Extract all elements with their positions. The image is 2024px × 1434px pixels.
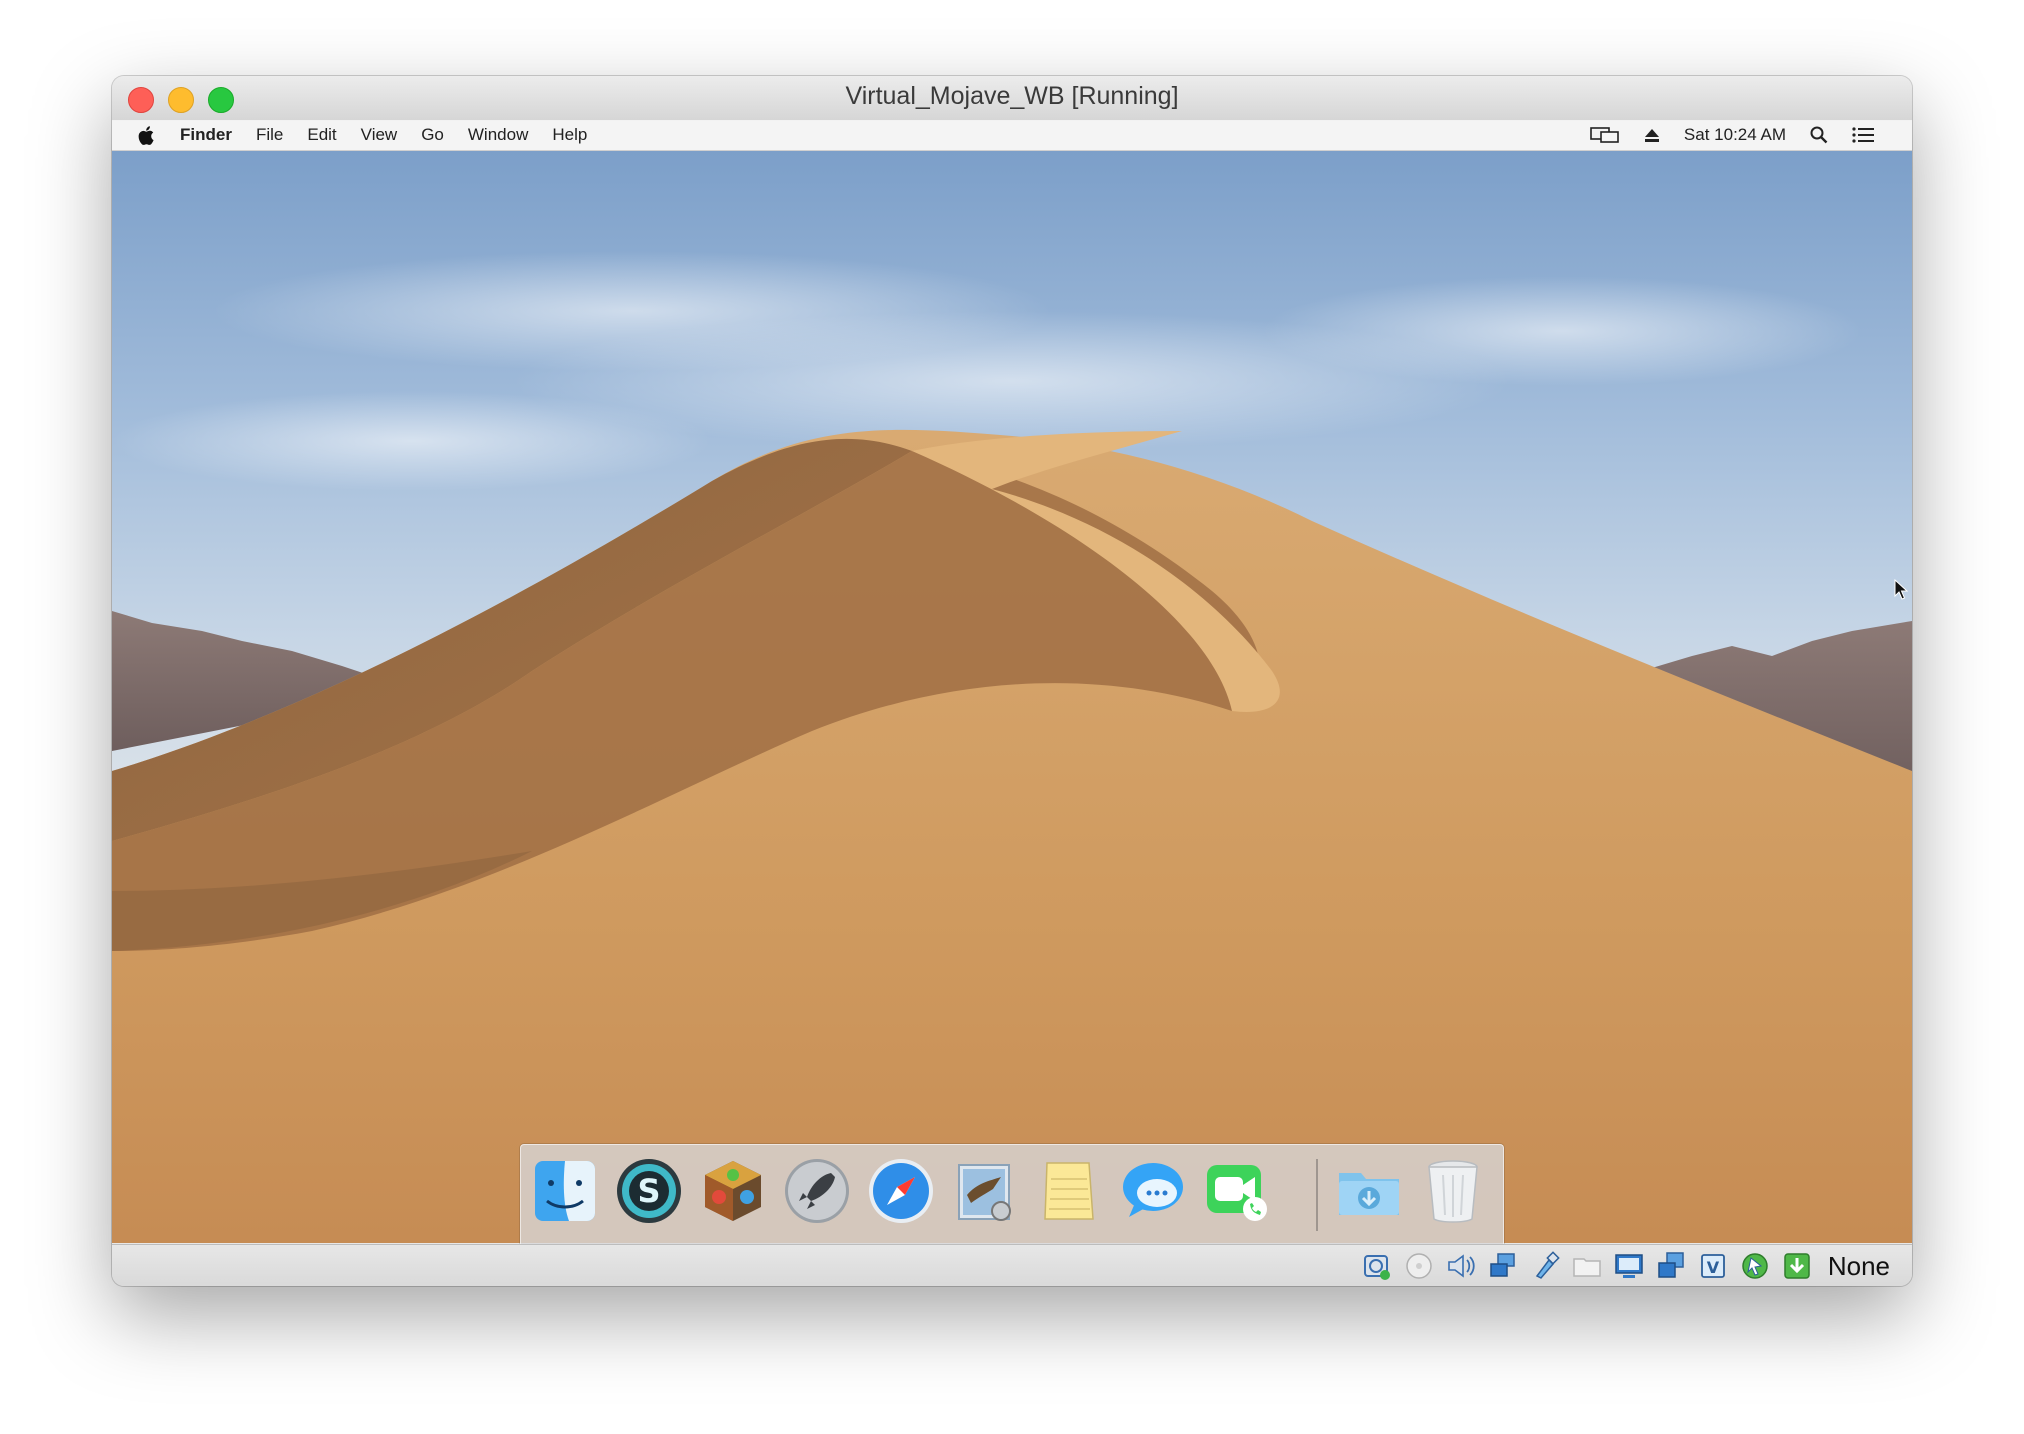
trash-icon <box>1428 1160 1478 1223</box>
network-icon[interactable] <box>1487 1250 1519 1282</box>
skype-icon: S <box>617 1159 681 1223</box>
downloads-folder-icon <box>1339 1173 1399 1215</box>
display-mirroring-icon[interactable] <box>1590 126 1620 144</box>
messages-icon <box>1123 1163 1183 1217</box>
dock-item-trash[interactable] <box>1417 1155 1489 1231</box>
notification-center-icon[interactable] <box>1852 127 1874 143</box>
window-title: Virtual_Mojave_WB [Running] <box>845 82 1179 110</box>
notes-icon <box>1044 1162 1094 1220</box>
launchpad-rocket-icon <box>785 1159 849 1223</box>
video-capture-icon[interactable] <box>1655 1250 1687 1282</box>
menu-file[interactable]: File <box>244 120 295 150</box>
shared-folder-icon[interactable] <box>1571 1250 1603 1282</box>
dock-item-downloads[interactable] <box>1333 1155 1405 1231</box>
svg-text:V: V <box>1707 1258 1720 1277</box>
dock-item-cube-app[interactable] <box>697 1155 769 1231</box>
menu-help[interactable]: Help <box>540 120 599 150</box>
host-key-label: None <box>1827 1250 1890 1281</box>
cpu-icon[interactable]: V <box>1697 1250 1729 1282</box>
dock-item-skype[interactable]: S <box>613 1155 685 1231</box>
eject-icon[interactable] <box>1644 127 1660 143</box>
dock-item-notes[interactable] <box>1033 1155 1105 1231</box>
title-bar[interactable]: Virtual_Mojave_WB [Running] <box>112 76 1912 121</box>
dock-item-messages[interactable] <box>1117 1155 1189 1231</box>
dock-item-facetime[interactable] <box>1201 1155 1273 1231</box>
virtualbox-window: Virtual_Mojave_WB [Running] Finder File … <box>112 76 1912 1286</box>
dock-item-launchpad[interactable] <box>781 1155 853 1231</box>
virtualbox-status-bar: V None <box>112 1244 1912 1286</box>
finder-icon <box>535 1161 595 1221</box>
host-key-download-icon[interactable] <box>1781 1250 1813 1282</box>
safari-compass-icon <box>869 1159 933 1223</box>
menu-app-finder[interactable]: Finder <box>168 120 244 150</box>
menu-view[interactable]: View <box>349 120 410 150</box>
mojave-dune-wallpaper <box>112 251 1912 1243</box>
menu-window[interactable]: Window <box>456 120 540 150</box>
mail-eagle-icon <box>958 1164 1011 1221</box>
optical-disc-icon[interactable] <box>1403 1250 1435 1282</box>
menu-edit[interactable]: Edit <box>295 120 348 150</box>
dock-item-finder[interactable] <box>529 1155 601 1254</box>
mouse-integration-icon[interactable] <box>1739 1250 1771 1282</box>
spotlight-search-icon[interactable] <box>1810 126 1828 144</box>
cube-app-icon <box>705 1161 761 1221</box>
mouse-pointer-icon <box>1894 578 1909 605</box>
apple-menu-icon[interactable] <box>112 125 168 145</box>
dock-separator <box>1316 1159 1318 1231</box>
usb-icon[interactable] <box>1529 1250 1561 1282</box>
desktop-wallpaper[interactable] <box>112 151 1912 1243</box>
dock: S <box>520 1144 1504 1254</box>
display-icon[interactable] <box>1613 1250 1645 1282</box>
svg-text:S: S <box>637 1172 660 1210</box>
menu-go[interactable]: Go <box>409 120 456 150</box>
hard-disk-icon[interactable] <box>1361 1250 1393 1282</box>
dock-item-safari[interactable] <box>865 1155 937 1231</box>
menu-clock[interactable]: Sat 10:24 AM <box>1684 125 1786 145</box>
macos-menu-bar: Finder File Edit View Go Window Help Sat… <box>112 120 1912 151</box>
dock-item-mail[interactable] <box>949 1155 1021 1231</box>
facetime-icon <box>1207 1165 1267 1221</box>
audio-icon[interactable] <box>1445 1250 1477 1282</box>
